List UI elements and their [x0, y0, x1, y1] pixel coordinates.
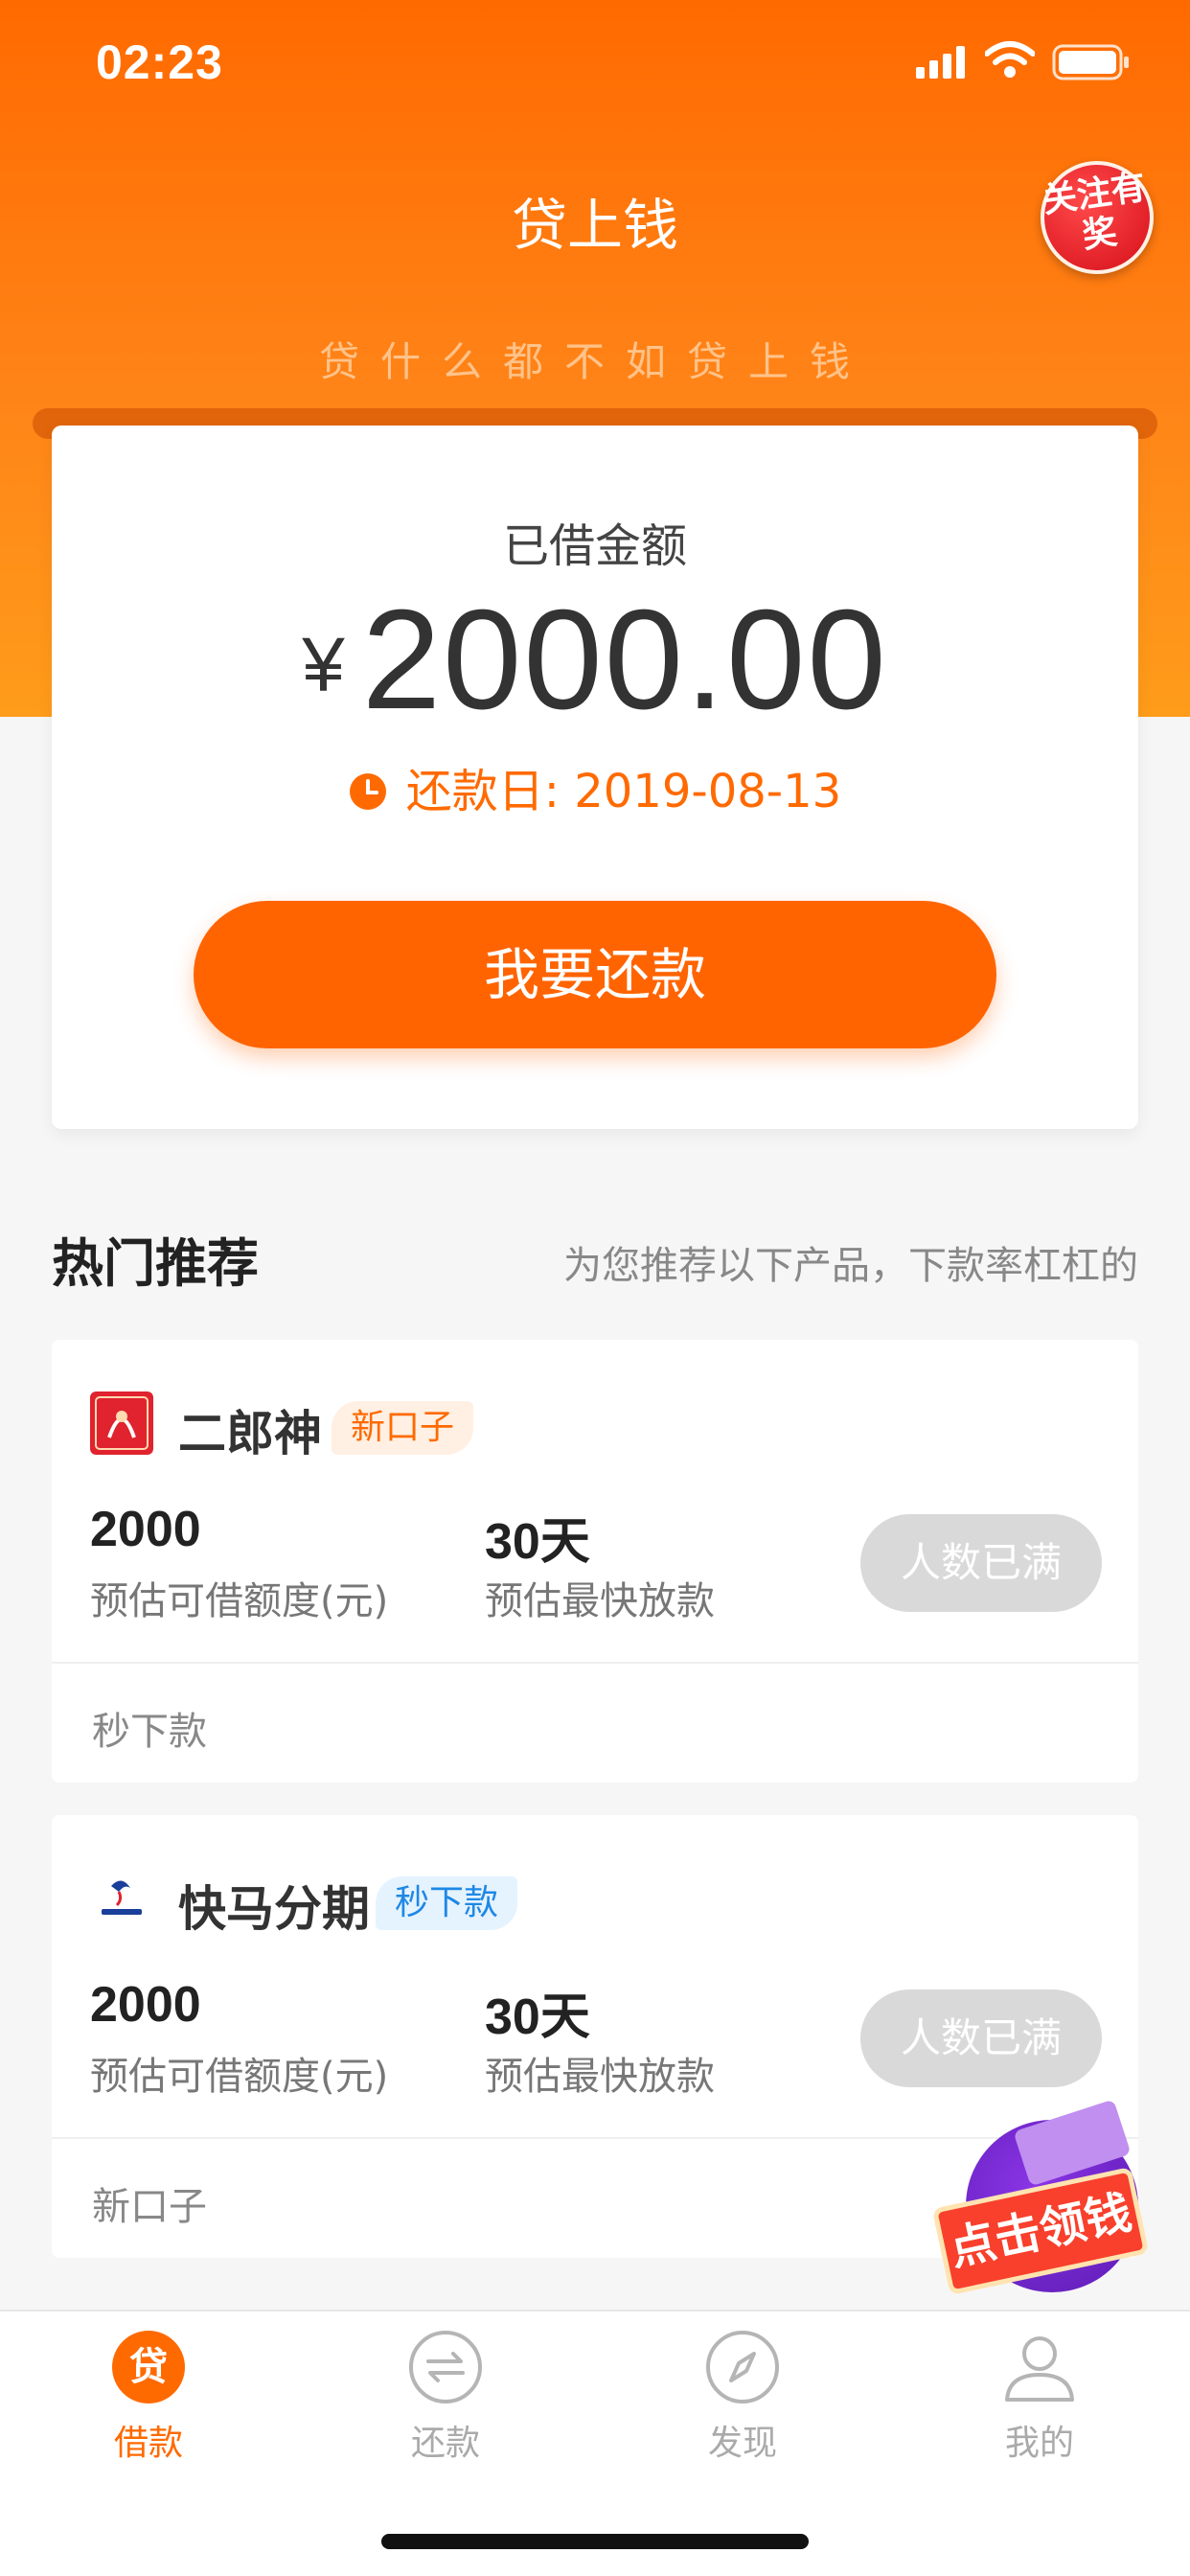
- loan-summary-card: 已借金额 ¥2000.00 还款日: 2019-08-13 我要还款: [52, 426, 1138, 1129]
- payout-days-value: 30天: [485, 1514, 590, 1570]
- payout-days-label: 预估最快放款: [485, 2055, 715, 2099]
- payout-days-value: 30天: [485, 1990, 590, 2045]
- currency-symbol: ¥: [302, 622, 345, 707]
- tab-repay[interactable]: 还款: [297, 2312, 594, 2474]
- erlangshen-logo-icon: [90, 1392, 153, 1455]
- home-indicator[interactable]: [381, 2534, 809, 2549]
- product-feature: 新口子: [92, 2185, 207, 2229]
- wifi-icon: [985, 41, 1035, 78]
- loan-icon: 贷: [112, 2331, 185, 2404]
- hot-recommend-header: 热门推荐 为您推荐以下产品，下款率杠杠的: [52, 1215, 1138, 1294]
- claim-money-float-button[interactable]: 点击领钱: [931, 2099, 1157, 2312]
- loan-limit-value: 2000: [90, 1977, 201, 2033]
- tab-label: 还款: [410, 2424, 480, 2463]
- slogan: 贷什么都不如贷上钱: [318, 338, 871, 385]
- quota-full-button[interactable]: 人数已满: [860, 1990, 1102, 2087]
- follow-reward-label: 关注有奖: [1040, 167, 1149, 257]
- tab-label: 我的: [1004, 2424, 1074, 2463]
- tab-label: 发现: [707, 2424, 777, 2463]
- battery-icon: [1052, 44, 1129, 80]
- borrowed-amount-label: 已借金额: [502, 519, 687, 573]
- float-ad-label: 点击领钱: [931, 2166, 1150, 2296]
- compass-icon: [706, 2331, 779, 2404]
- section-subtitle: 为您推荐以下产品，下款率杠杠的: [563, 1244, 1138, 1288]
- product-card[interactable]: 二郎神 新口子 2000 预估可借额度(元) 30天 预估最快放款 人数已满 秒…: [52, 1340, 1138, 1782]
- loan-limit-value: 2000: [90, 1502, 201, 1557]
- tab-discover[interactable]: 发现: [594, 2312, 891, 2474]
- follow-reward-badge[interactable]: 关注有奖: [1041, 161, 1154, 274]
- due-date-text: 还款日: 2019-08-13: [405, 765, 842, 818]
- loan-limit-label: 预估可借额度(元): [90, 1579, 389, 1623]
- product-name: 快马分期: [178, 1881, 370, 1937]
- repay-icon: [409, 2331, 482, 2404]
- due-date-row: 还款日: 2019-08-13: [52, 753, 1138, 820]
- user-icon: [1005, 2336, 1074, 2402]
- signal-icon: [916, 46, 965, 79]
- section-title: 热门推荐: [52, 1233, 259, 1294]
- clock-icon: [349, 773, 386, 810]
- tab-mine[interactable]: 我的: [891, 2312, 1188, 2474]
- tab-loan[interactable]: 贷 借款: [0, 2312, 297, 2474]
- product-feature: 秒下款: [92, 1710, 207, 1754]
- payout-days-label: 预估最快放款: [485, 1579, 715, 1623]
- quota-full-button[interactable]: 人数已满: [860, 1514, 1102, 1612]
- product-tag: 新口子: [332, 1401, 474, 1455]
- status-time: 02:23: [96, 35, 223, 89]
- card-divider: [52, 1662, 1138, 1664]
- repay-button[interactable]: 我要还款: [194, 901, 996, 1048]
- amount-value: 2000.00: [361, 581, 888, 739]
- borrowed-amount: ¥2000.00: [52, 579, 1138, 742]
- product-name: 二郎神: [178, 1406, 322, 1461]
- app-screen: 02:23 贷上钱 关注有奖 贷什么都不如贷上钱 已借金额 ¥2000.00 还…: [0, 0, 1190, 2576]
- page-title: 贷上钱: [511, 193, 678, 258]
- product-tag: 秒下款: [376, 1876, 518, 1930]
- loan-limit-label: 预估可借额度(元): [90, 2055, 389, 2099]
- tab-label: 借款: [113, 2424, 183, 2463]
- status-bar: 02:23: [0, 0, 1190, 126]
- svg-text:贷: 贷: [129, 2345, 168, 2389]
- kuaima-logo-icon: [90, 1867, 153, 1930]
